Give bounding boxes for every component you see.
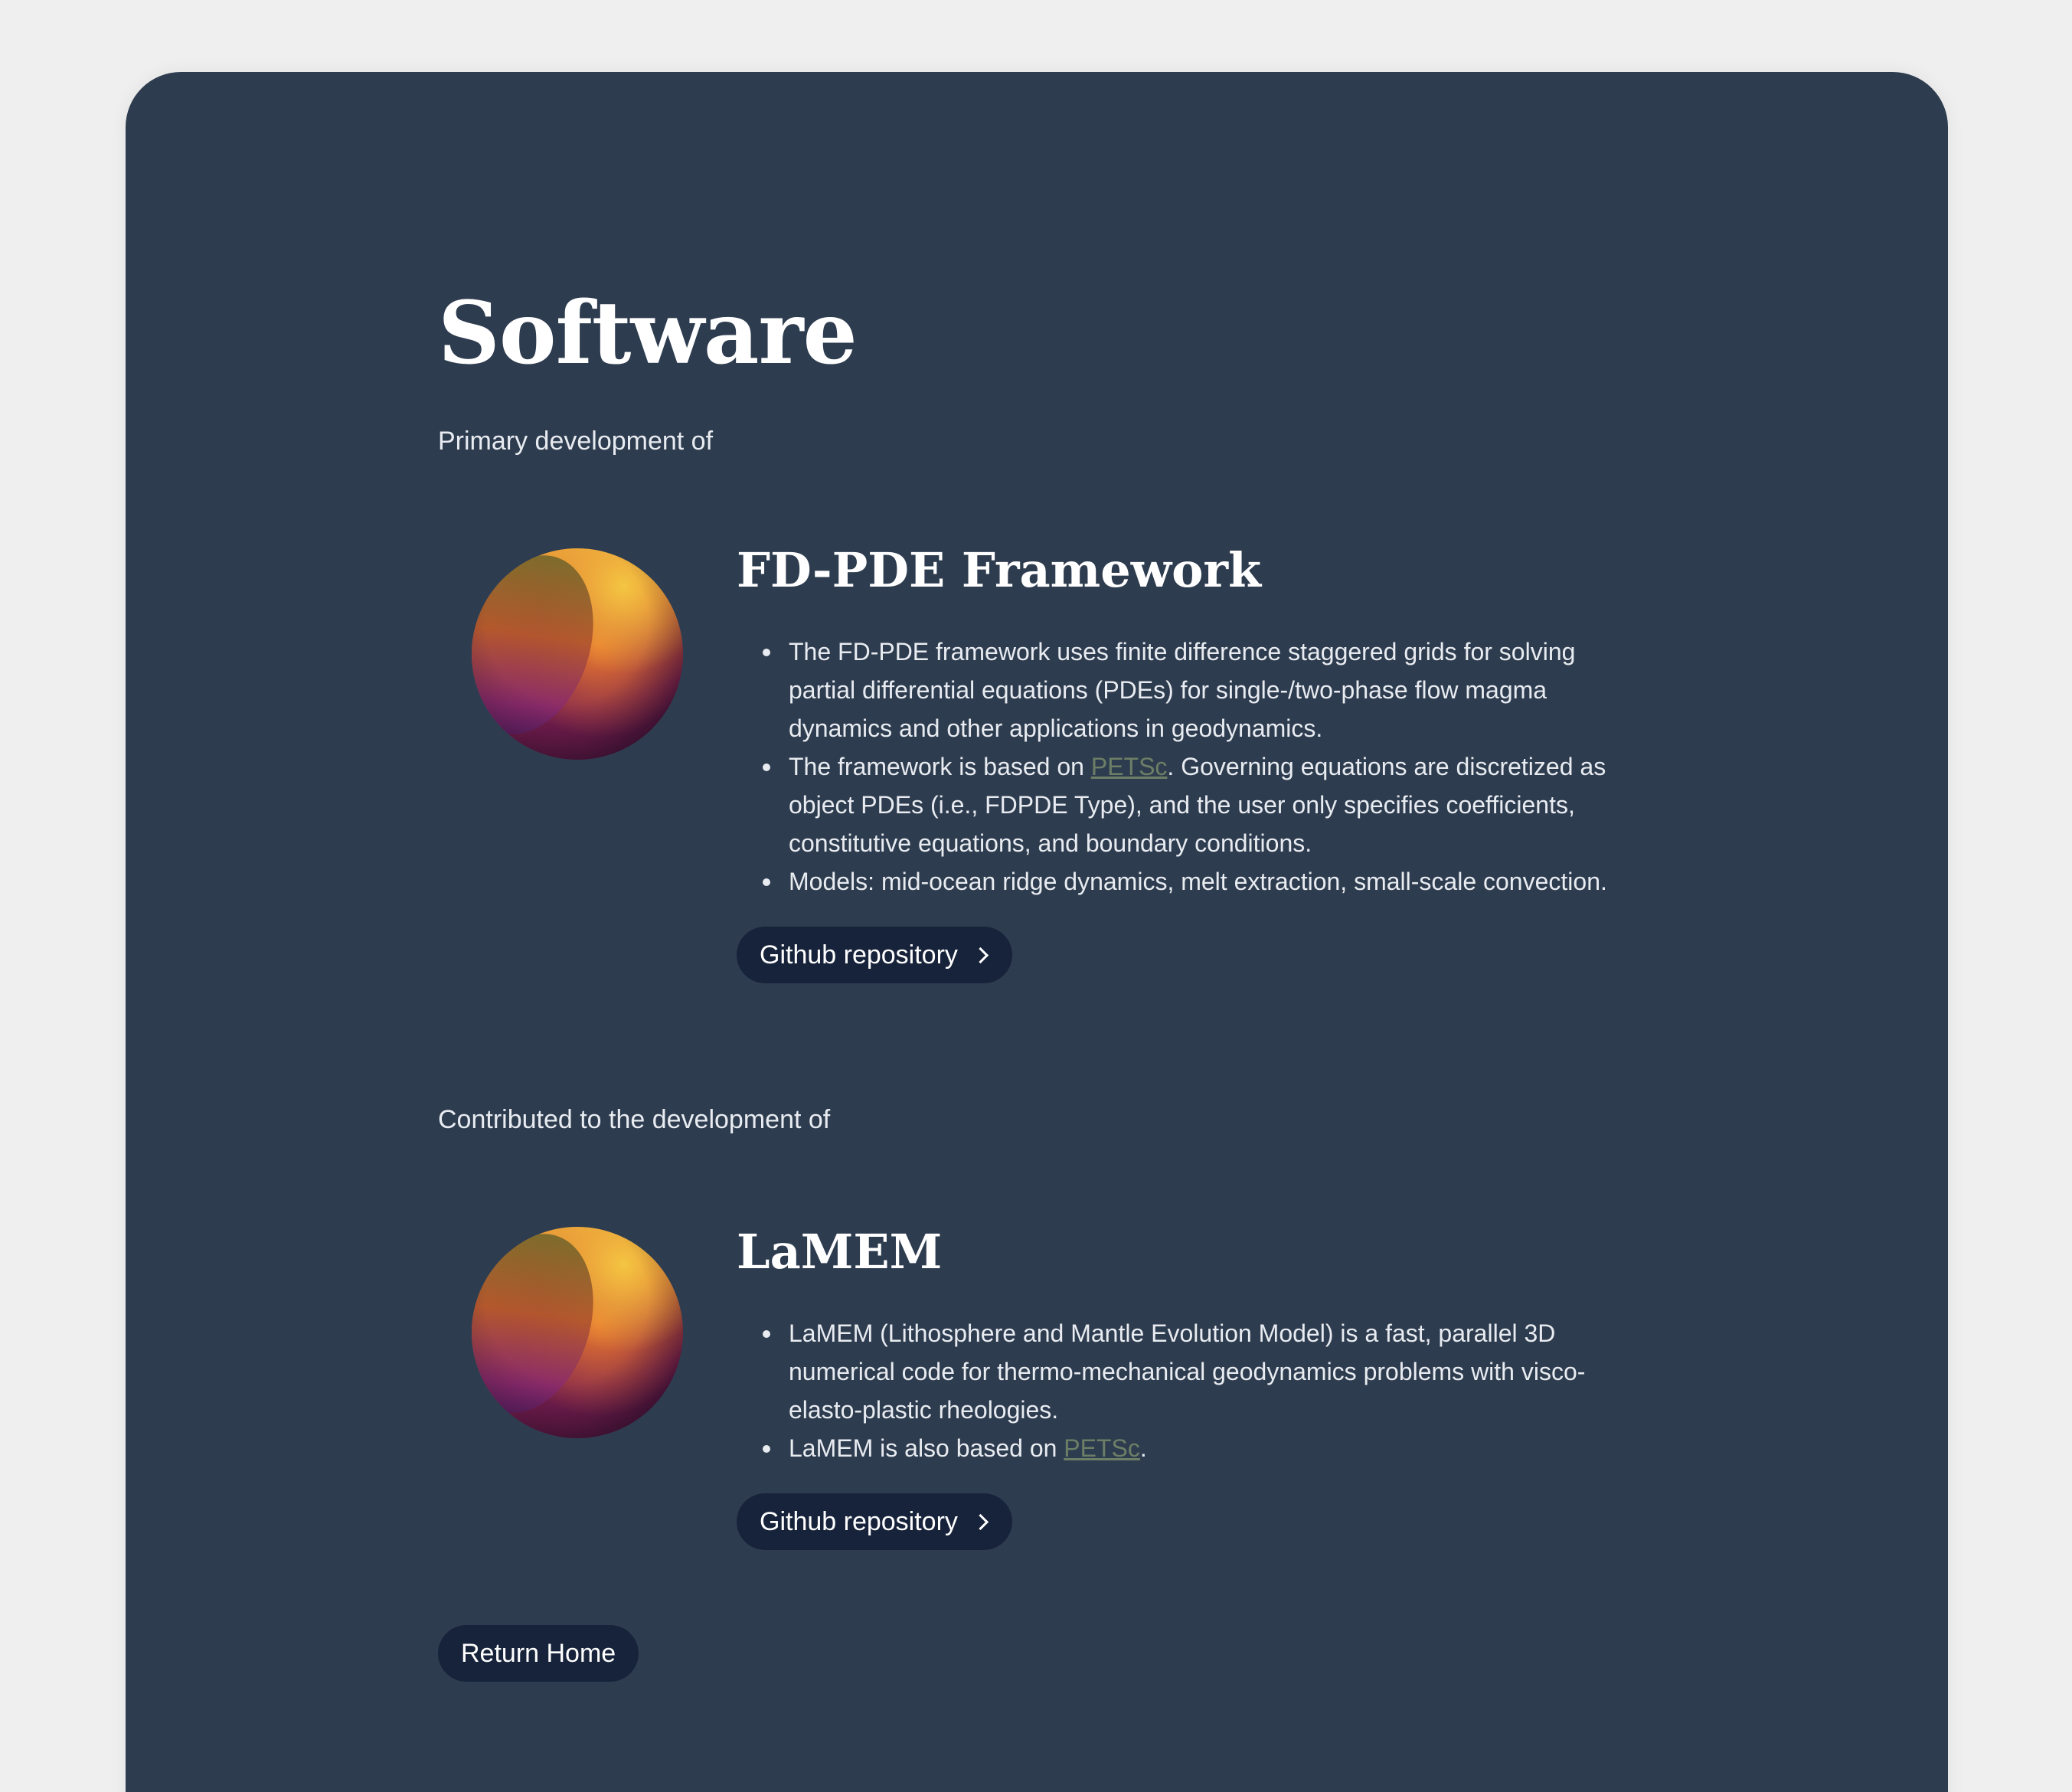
chevron-right-icon	[972, 947, 989, 963]
github-repository-button[interactable]: Github repository	[737, 927, 1012, 983]
list-item: The framework is based on PETSc. Governi…	[763, 747, 1610, 862]
github-repository-button[interactable]: Github repository	[737, 1493, 1012, 1550]
chevron-right-icon	[972, 1513, 989, 1530]
bullet-text-before: LaMEM is also based on	[789, 1434, 1064, 1462]
bullet-text: Models: mid-ocean ridge dynamics, melt e…	[789, 868, 1607, 895]
gradient-sphere-icon	[472, 1227, 683, 1438]
petsc-link[interactable]: PETSc	[1091, 753, 1168, 780]
bullet-text: LaMEM (Lithosphere and Mantle Evolution …	[789, 1319, 1586, 1424]
bullet-text-after: .	[1139, 1434, 1147, 1462]
petsc-link[interactable]: PETSc	[1064, 1434, 1140, 1462]
bullet-list: LaMEM (Lithosphere and Mantle Evolution …	[737, 1314, 1610, 1467]
gradient-sphere-icon	[472, 548, 683, 760]
list-item: The FD-PDE framework uses finite differe…	[763, 633, 1610, 747]
project-title: FD-PDE Framework	[737, 542, 1262, 598]
list-item: LaMEM is also based on PETSc.	[763, 1429, 1610, 1467]
project-body: FD-PDE Framework The FD-PDE framework us…	[737, 542, 1610, 983]
bullet-text: The FD-PDE framework uses finite differe…	[789, 638, 1576, 742]
list-item: Models: mid-ocean ridge dynamics, melt e…	[763, 862, 1610, 901]
project-body: LaMEM LaMEM (Lithosphere and Mantle Evol…	[737, 1227, 1610, 1550]
button-label: Return Home	[461, 1638, 616, 1668]
contributed-development-label: Contributed to the development of	[438, 1105, 831, 1134]
project-title: LaMEM	[737, 1224, 943, 1280]
return-home-button[interactable]: Return Home	[438, 1625, 639, 1682]
primary-development-label: Primary development of	[438, 427, 714, 456]
page-title: Software	[438, 283, 858, 384]
bullet-text-before: The framework is based on	[789, 753, 1091, 780]
button-label: Github repository	[760, 1506, 958, 1536]
list-item: LaMEM (Lithosphere and Mantle Evolution …	[763, 1314, 1610, 1429]
bullet-list: The FD-PDE framework uses finite differe…	[737, 633, 1610, 901]
button-label: Github repository	[760, 940, 958, 970]
